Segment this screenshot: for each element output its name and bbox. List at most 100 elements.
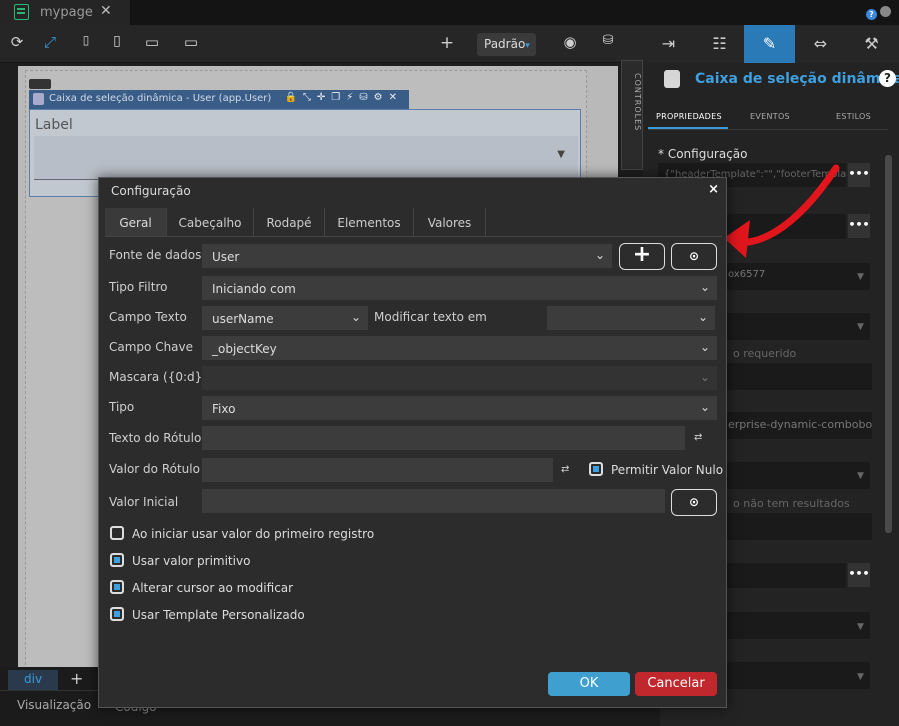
document-tab-mypage[interactable]: mypage ✕: [0, 0, 131, 25]
filter-type-select[interactable]: Iniciando com ⌄: [202, 276, 717, 300]
expand-icon[interactable]: ⤢: [39, 33, 61, 53]
filter-type-label: Tipo Filtro: [109, 280, 168, 294]
allow-null-label: Permitir Valor Nulo: [611, 463, 724, 477]
translate-icon[interactable]: ⇄: [694, 432, 702, 443]
configuration-more-button[interactable]: •••: [848, 163, 870, 187]
data-source-select[interactable]: User ⌄: [202, 244, 612, 268]
red-arrow-annotation: [724, 164, 840, 258]
tab-elementos[interactable]: Elementos: [325, 208, 414, 237]
component-icon: [33, 93, 44, 105]
resize-panel-icon[interactable]: ⇔: [795, 25, 846, 63]
type-select[interactable]: Fixo ⌄: [202, 396, 717, 420]
text-field-label: Campo Texto: [109, 310, 187, 324]
text-field-select[interactable]: userName ⌄: [202, 306, 368, 330]
translate-icon[interactable]: ⇄: [561, 464, 569, 475]
tab-properties[interactable]: PROPRIEDADES: [656, 112, 722, 121]
database-icon[interactable]: ⛁: [597, 33, 619, 53]
change-cursor-checkbox[interactable]: [110, 580, 124, 594]
tab-geral[interactable]: Geral: [105, 208, 167, 237]
chevron-down-icon: ⌄: [697, 310, 708, 324]
custom-template-checkbox[interactable]: [110, 607, 124, 621]
property-select[interactable]: [722, 313, 870, 340]
no-results-label: o não tem resultados: [733, 497, 850, 510]
help-icon[interactable]: ?: [879, 70, 896, 87]
label-value-input[interactable]: [202, 458, 553, 482]
panel-tabs: ⇥ ☷ ✎ ⇔ ⚒: [643, 25, 899, 63]
tab-visualization[interactable]: Visualização: [17, 698, 91, 712]
required-label: o requerido: [733, 347, 797, 360]
configuration-label: * Configuração: [658, 147, 748, 161]
initial-value-label: Valor Inicial: [109, 495, 179, 509]
phone-view-icon[interactable]: ▯: [75, 33, 97, 53]
modify-text-label: Modificar texto em: [374, 310, 487, 324]
mask-select[interactable]: ⌄: [202, 366, 717, 390]
tab-rodape[interactable]: Rodapé: [254, 208, 325, 237]
modify-text-select[interactable]: ⌄: [547, 306, 715, 330]
chevron-down-icon: ⌄: [699, 400, 710, 414]
initial-value-more-button[interactable]: ⊙: [671, 489, 717, 516]
eye-icon[interactable]: ◉: [559, 33, 581, 53]
dialog-title: Configuração: [111, 184, 191, 198]
initial-value-input[interactable]: [202, 489, 665, 513]
property-select[interactable]: [722, 662, 870, 689]
property-select[interactable]: [722, 612, 870, 639]
edit-properties-icon[interactable]: ✎: [744, 25, 795, 63]
export-panel-icon[interactable]: ⇥: [643, 25, 694, 63]
close-tab-icon[interactable]: ✕: [100, 3, 112, 19]
combobox-input[interactable]: [34, 136, 578, 180]
help-indicator-icon[interactable]: ?: [866, 9, 877, 20]
tree-panel-icon[interactable]: ☷: [694, 25, 745, 63]
tab-valores[interactable]: Valores: [414, 208, 486, 237]
key-field-select[interactable]: _objectKey ⌄: [202, 336, 717, 360]
add-data-source-button[interactable]: +: [619, 243, 665, 270]
tab-cabecalho[interactable]: Cabeçalho: [167, 208, 254, 237]
label-text-input[interactable]: [202, 426, 685, 450]
panel-title-text: Caixa de seleção dinâmica: [695, 71, 899, 87]
primitive-value-checkbox[interactable]: [110, 553, 124, 567]
property-field[interactable]: [722, 563, 846, 588]
desktop-view-icon[interactable]: ▭: [141, 33, 163, 53]
component-tools[interactable]: 🔒⤡✛❐⚡⛁⚙✕: [284, 92, 403, 103]
selected-component-bar[interactable]: Caixa de seleção dinâmica - User (app.Us…: [29, 90, 409, 109]
property-more-button[interactable]: •••: [848, 214, 870, 238]
chevron-down-icon: ▼: [557, 149, 565, 160]
tab-styles[interactable]: ESTILOS: [836, 112, 871, 121]
controls-label: CONTROLES: [633, 73, 642, 132]
panel-scrollbar[interactable]: [885, 155, 892, 533]
data-source-more-button[interactable]: ⊙: [671, 243, 717, 270]
allow-null-checkbox[interactable]: [589, 462, 603, 476]
property-more-button[interactable]: •••: [848, 563, 870, 587]
required-field[interactable]: [722, 363, 872, 390]
label-value-label: Valor do Rótulo: [109, 462, 200, 476]
css-class-field[interactable]: erprise-dynamic-combobox: [722, 412, 872, 439]
combobox-label: Label: [35, 117, 73, 133]
key-field-label: Campo Chave: [109, 340, 194, 354]
add-icon[interactable]: +: [436, 33, 458, 53]
element-breadcrumb-div[interactable]: div: [8, 670, 58, 690]
refresh-icon[interactable]: ⟳: [6, 33, 28, 53]
preset-dropdown[interactable]: Padrão▾: [477, 33, 536, 56]
document-tab-bar: [0, 0, 899, 25]
tools-panel-icon[interactable]: ⚒: [846, 25, 897, 63]
element-tag: [29, 79, 51, 89]
label-text-label: Texto do Rótulo: [109, 431, 202, 445]
tab-events[interactable]: EVENTOS: [750, 112, 790, 121]
mask-label: Mascara ({0:d}): [109, 370, 207, 384]
combobox-icon: [664, 70, 680, 88]
custom-template-label: Usar Template Personalizado: [132, 608, 305, 622]
wide-view-icon[interactable]: ▭: [180, 33, 202, 53]
chevron-down-icon: ⌄: [594, 248, 605, 262]
data-source-value: User: [212, 250, 240, 264]
no-results-field[interactable]: [722, 513, 872, 540]
property-select[interactable]: [722, 462, 870, 489]
tablet-view-icon[interactable]: ▯: [106, 33, 128, 53]
close-icon[interactable]: ×: [708, 182, 719, 197]
ok-button[interactable]: OK: [548, 672, 630, 696]
change-cursor-label: Alterar cursor ao modificar: [132, 581, 294, 595]
cancel-button[interactable]: Cancelar: [635, 672, 717, 696]
top-right-indicators: ?: [863, 6, 891, 20]
first-record-checkbox[interactable]: [110, 526, 124, 540]
divider: [648, 129, 888, 130]
add-element-icon[interactable]: +: [70, 669, 83, 688]
controls-side-tab[interactable]: CONTROLES: [621, 60, 643, 170]
